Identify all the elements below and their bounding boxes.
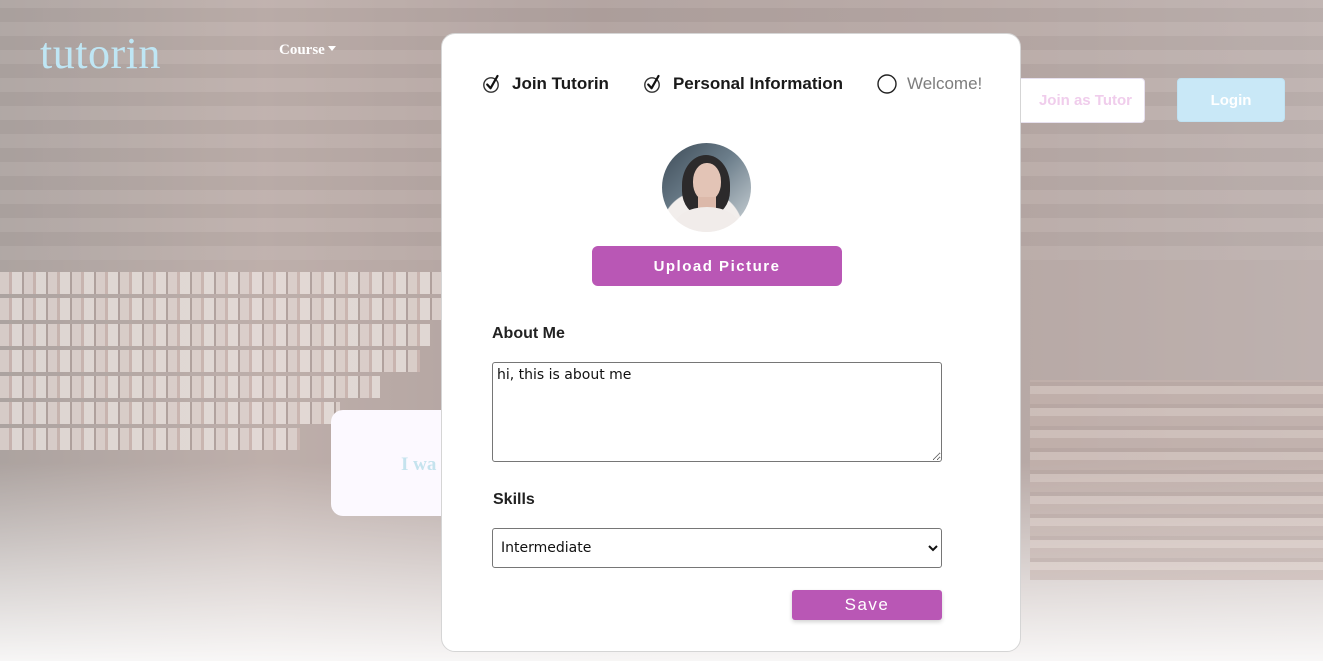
step-join-tutorin: Join Tutorin: [482, 74, 609, 94]
hero-card-text: I wa: [401, 454, 437, 475]
nav-course-label: Course: [279, 42, 325, 58]
step-personal-information: Personal Information: [643, 74, 843, 94]
skills-label: Skills: [493, 491, 535, 508]
personal-information-modal: Join Tutorin Personal Information Welcom…: [441, 33, 1021, 652]
nav-course-dropdown[interactable]: Course: [279, 42, 336, 59]
step-label: Personal Information: [672, 74, 843, 93]
skills-select[interactable]: Intermediate: [492, 528, 942, 568]
checkbox-checked-icon: [482, 74, 502, 94]
step-welcome: Welcome!: [877, 74, 982, 94]
chevron-down-icon: [327, 46, 336, 51]
upload-picture-button[interactable]: Upload Picture: [592, 246, 842, 286]
brand-logo[interactable]: tutorin: [40, 28, 161, 79]
profile-avatar: [662, 143, 751, 232]
about-me-label: About Me: [492, 325, 565, 342]
join-as-tutor-button[interactable]: Join as Tutor: [1000, 78, 1145, 123]
step-label: Welcome!: [906, 74, 983, 93]
step-label: Join Tutorin: [512, 74, 609, 93]
radio-circle-icon: [877, 74, 897, 94]
signup-steps: Join Tutorin Personal Information Welcom…: [482, 74, 982, 94]
login-button[interactable]: Login: [1177, 78, 1285, 122]
about-me-textarea[interactable]: hi, this is about me: [492, 362, 942, 462]
checkbox-checked-icon: [643, 74, 663, 94]
save-button[interactable]: Save: [792, 590, 942, 620]
